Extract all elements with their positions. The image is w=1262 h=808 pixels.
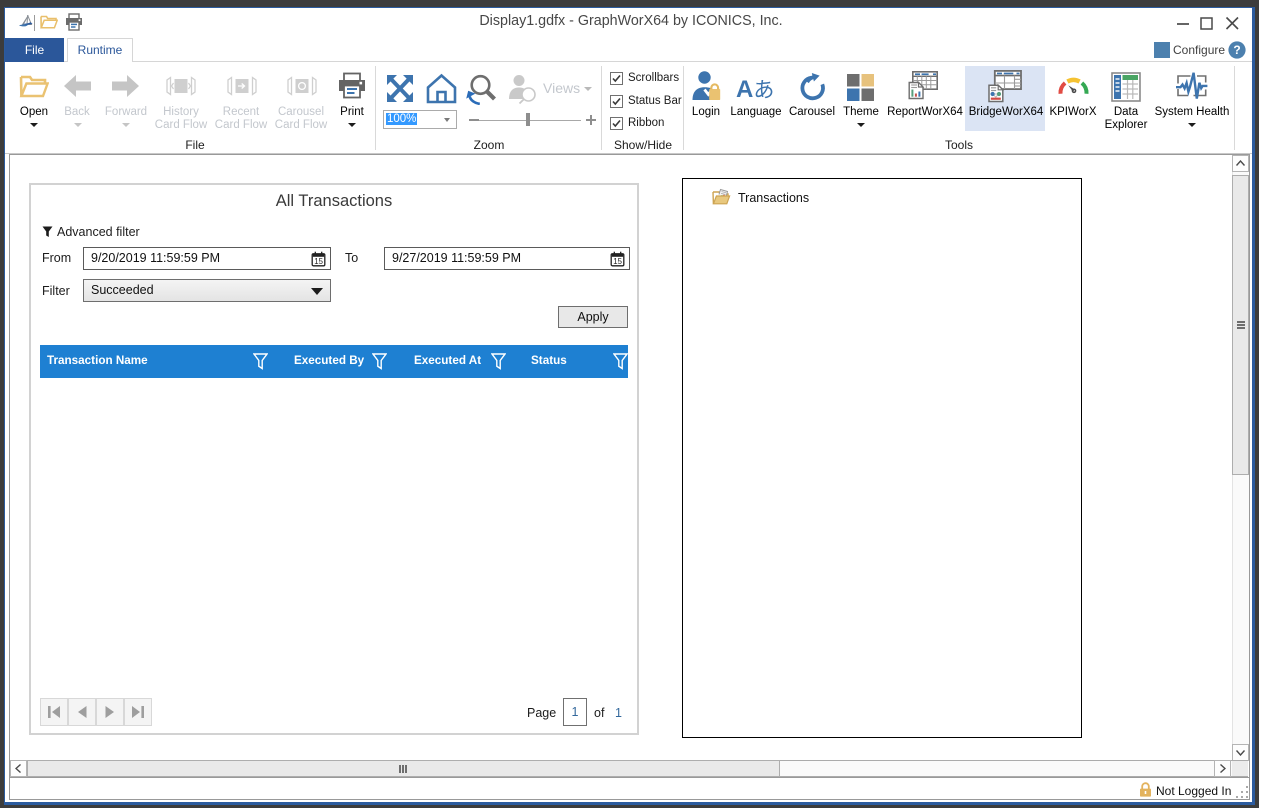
svg-text:15: 15 — [314, 257, 323, 266]
svg-text:?: ? — [1233, 43, 1240, 57]
svg-text:15: 15 — [613, 257, 622, 266]
